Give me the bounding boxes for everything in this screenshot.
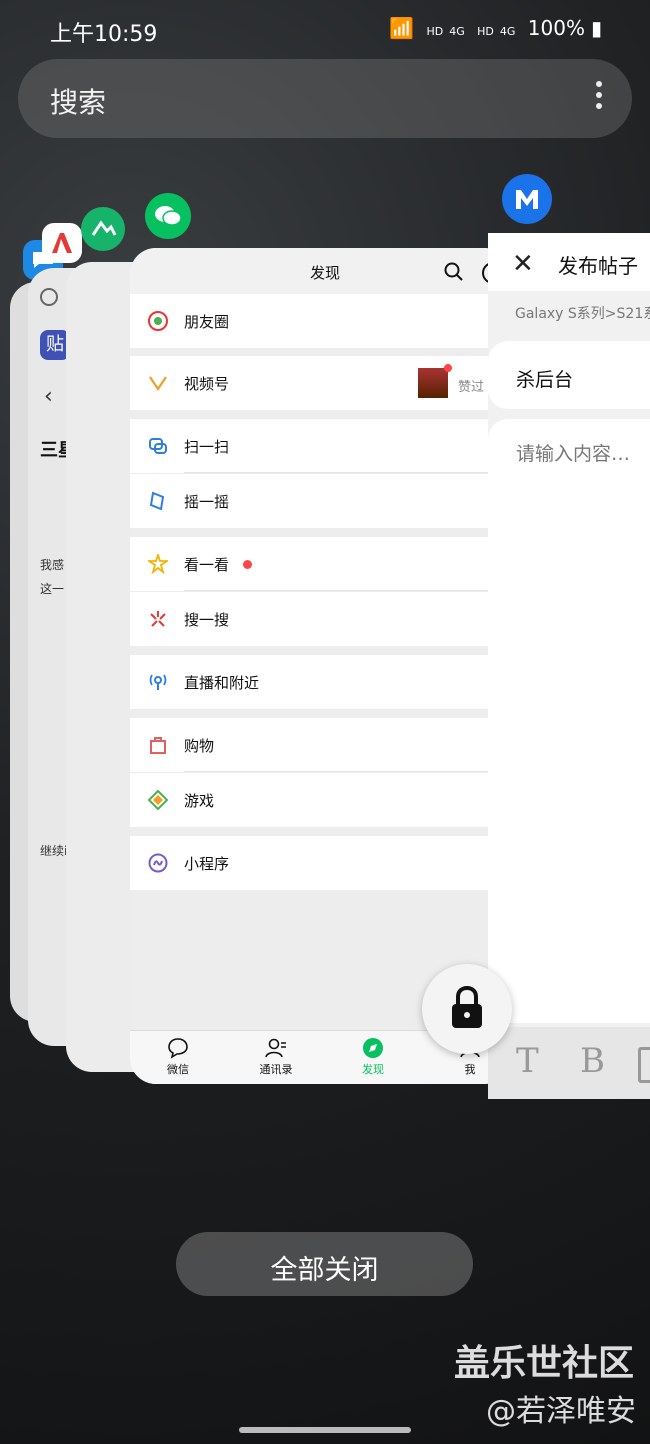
discover-item-label: 搜一搜	[184, 611, 230, 629]
games-icon	[148, 790, 168, 810]
chat-bubble-icon	[168, 1038, 188, 1059]
discover-item-label: 视频号	[184, 375, 230, 393]
discover-item-label: 看一看	[184, 556, 230, 574]
bold-button[interactable]: B	[580, 1041, 605, 1081]
home-indicator[interactable]	[239, 1427, 411, 1433]
status-time: 上午10:59	[50, 22, 158, 47]
discover-item-mini-programs[interactable]: 小程序	[130, 836, 510, 890]
battery-text: 100%	[527, 16, 585, 40]
hd-label: HD	[426, 25, 444, 38]
discover-item-label: 购物	[184, 737, 215, 755]
watermark-author: @若泽唯安	[486, 1394, 636, 1429]
close-icon[interactable]: ✕	[512, 249, 534, 279]
cloud-app-icon[interactable]	[81, 207, 125, 251]
channels-liked-label: 赞过	[458, 380, 485, 395]
back-arrow-icon: ‹	[44, 384, 53, 409]
discover-item-label: 扫一扫	[184, 438, 230, 456]
battery-icon: ▮	[590, 16, 602, 40]
scan-icon	[149, 438, 167, 454]
forum-app-icon[interactable]	[42, 223, 82, 263]
tab-contacts[interactable]: 通讯录	[236, 1037, 316, 1077]
tab-discover[interactable]: 发现	[333, 1037, 413, 1077]
discover-item-scan[interactable]: 扫一扫	[130, 419, 510, 473]
discover-item-search[interactable]: 搜一搜	[130, 592, 510, 646]
recent-app-card-wechat[interactable]: 发现 朋友圈 视频号 赞过 扫一扫 摇一摇 看一看 搜一搜 直播和附近 购物 游…	[130, 248, 510, 1084]
live-nearby-icon	[149, 674, 167, 690]
samsung-members-app-icon[interactable]	[502, 174, 552, 224]
discover-item-moments[interactable]: 朋友圈	[130, 294, 510, 348]
recent-app-card-post[interactable]: ✕ 发布帖子 Galaxy S系列>S21系 杀后台 请输入内容… T B	[488, 233, 650, 1099]
discover-item-live-nearby[interactable]: 直播和附近	[130, 655, 510, 709]
image-icon[interactable]	[638, 1047, 650, 1083]
discover-item-games[interactable]: 游戏	[130, 773, 510, 827]
network-label: 4G	[449, 25, 465, 38]
post-content-placeholder: 请输入内容…	[516, 443, 631, 465]
status-bar: 上午10:59 📶 HD 4G HD 4G 100% ▮	[0, 14, 650, 48]
tab-label: 我	[464, 1063, 476, 1076]
back-card-search-icon	[40, 288, 58, 306]
post-title-value: 杀后台	[516, 369, 574, 391]
channels-icon	[149, 376, 167, 391]
shopping-bag-icon	[150, 737, 166, 754]
mini-programs-icon	[148, 853, 168, 873]
tab-label: 微信	[167, 1063, 189, 1076]
notification-dot	[243, 560, 252, 569]
close-all-button[interactable]: 全部关闭	[176, 1232, 473, 1296]
text-style-button[interactable]: T	[516, 1041, 539, 1081]
network-label-2: 4G	[499, 25, 516, 38]
discover-item-label: 摇一摇	[184, 493, 230, 511]
contacts-icon	[265, 1038, 286, 1058]
search-label: 搜索	[50, 86, 107, 119]
back-card-text-1: 我感	[40, 558, 65, 572]
discover-item-top-stories[interactable]: 看一看	[130, 537, 510, 591]
discover-item-label: 游戏	[184, 792, 215, 810]
lock-icon	[452, 986, 482, 1028]
discover-item-label: 朋友圈	[184, 313, 230, 331]
wifi-icon: 📶	[389, 16, 415, 40]
lock-app-button[interactable]	[422, 964, 512, 1054]
shake-icon	[149, 491, 165, 511]
notification-dot	[444, 364, 452, 372]
recents-search-bar[interactable]: 搜索	[18, 59, 632, 138]
compass-icon	[363, 1038, 383, 1058]
moments-icon	[148, 311, 168, 331]
discover-item-channels[interactable]: 视频号 赞过	[130, 356, 510, 410]
search-spark-icon	[150, 611, 166, 627]
top-stories-icon	[148, 554, 168, 574]
wechat-app-icon[interactable]	[145, 193, 191, 239]
post-page-title: 发布帖子	[558, 254, 638, 278]
hd-label-2: HD	[477, 25, 494, 38]
post-content-field[interactable]: 请输入内容…	[488, 419, 650, 1023]
channels-thumbnail	[418, 368, 448, 398]
breadcrumb: Galaxy S系列>S21系	[515, 306, 650, 322]
close-all-label: 全部关闭	[270, 1255, 379, 1286]
discover-item-label: 直播和附近	[184, 674, 260, 692]
watermark-title: 盖乐世社区	[453, 1343, 634, 1384]
discover-item-shake[interactable]: 摇一摇	[130, 474, 510, 528]
formatting-toolbar: T B	[488, 1027, 650, 1099]
search-icon[interactable]	[444, 262, 464, 282]
post-header: ✕ 发布帖子	[488, 233, 650, 291]
back-card-text-3: 继续i	[40, 844, 68, 858]
wechat-header: 发现	[130, 248, 510, 294]
discover-item-label: 小程序	[184, 855, 230, 873]
wechat-page-title: 发现	[310, 264, 341, 282]
tab-label: 通讯录	[259, 1063, 293, 1076]
more-options-icon[interactable]	[596, 81, 606, 115]
back-card-text-2: 这一	[40, 582, 65, 596]
tab-chats[interactable]: 微信	[138, 1037, 218, 1077]
tab-label: 发现	[362, 1063, 384, 1076]
post-title-field[interactable]: 杀后台	[488, 341, 650, 409]
status-indicators: 📶 HD 4G HD 4G 100% ▮	[383, 16, 602, 40]
discover-item-shopping[interactable]: 购物	[130, 718, 510, 772]
